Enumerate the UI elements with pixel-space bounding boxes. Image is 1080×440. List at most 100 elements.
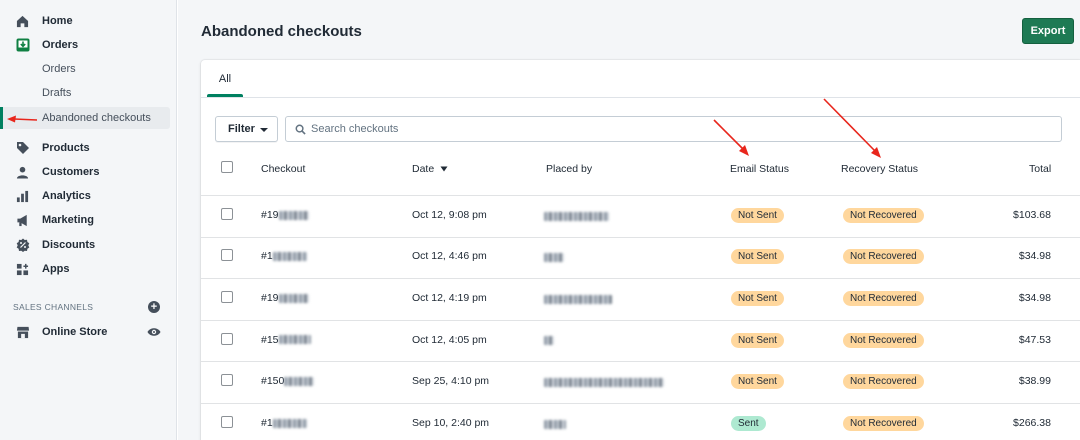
- checkout-number: #15: [261, 333, 279, 346]
- redacted-text: [272, 418, 307, 428]
- checkout-link[interactable]: #19: [261, 209, 309, 221]
- megaphone-icon: [15, 213, 30, 228]
- checkout-total: $47.53: [1018, 333, 1051, 346]
- checkout-number: #1: [261, 416, 273, 429]
- recovery-status-badge: Not Recovered: [843, 374, 924, 390]
- table-row[interactable]: [201, 237, 1080, 279]
- bar-chart-icon: [15, 189, 30, 204]
- email-status-badge: Not Sent: [731, 374, 784, 390]
- sidebar-item-products[interactable]: Products: [0, 137, 170, 159]
- table-row[interactable]: [201, 403, 1080, 440]
- redacted-text: [278, 335, 311, 345]
- email-status-badge: Not Sent: [731, 332, 784, 348]
- column-header-checkout[interactable]: Checkout: [261, 163, 305, 175]
- recovery-status-badge: Not Recovered: [843, 291, 924, 306]
- select-all-checkbox[interactable]: [221, 161, 233, 173]
- sidebar-item-home[interactable]: Home: [0, 10, 170, 32]
- table-row[interactable]: [201, 320, 1080, 362]
- column-header-total[interactable]: Total: [1029, 163, 1051, 175]
- checkout-total: $266.38: [1013, 416, 1051, 429]
- sidebar-item-customers[interactable]: Customers: [0, 161, 170, 183]
- column-header-recovery-status[interactable]: Recovery Status: [841, 163, 918, 175]
- apps-icon: [15, 262, 30, 277]
- checkout-date: Oct 12, 9:08 pm: [412, 208, 487, 221]
- sidebar-item-label: Orders: [42, 39, 79, 51]
- checkout-total: $38.99: [1018, 375, 1051, 388]
- email-status-badge: Not Sent: [731, 249, 784, 265]
- row-checkbox[interactable]: [221, 332, 233, 345]
- filter-button[interactable]: Filter: [215, 116, 278, 142]
- search-icon: [295, 124, 306, 135]
- checkout-date: Oct 12, 4:46 pm: [412, 250, 487, 263]
- placed-by-redacted: [544, 335, 554, 347]
- checkout-link[interactable]: #1: [261, 250, 307, 262]
- checkout-link[interactable]: #15: [261, 334, 311, 346]
- redacted-text: [544, 336, 554, 346]
- tabs-divider: [201, 97, 1080, 98]
- checkout-total: $34.98: [1018, 292, 1051, 304]
- home-icon: [15, 14, 30, 29]
- recovery-status-badge: Not Recovered: [843, 415, 924, 431]
- checkout-date: Oct 12, 4:19 pm: [412, 292, 487, 304]
- column-header-email-status[interactable]: Email Status: [730, 163, 789, 175]
- recovery-status-badge: Not Recovered: [843, 207, 924, 223]
- filter-label: Filter: [228, 123, 255, 135]
- redacted-text: [544, 294, 612, 304]
- email-status-badge: Not Sent: [731, 207, 784, 223]
- sidebar-subitem-drafts[interactable]: Drafts: [0, 82, 170, 104]
- row-checkbox[interactable]: [221, 291, 233, 303]
- row-checkbox[interactable]: [221, 249, 233, 262]
- column-header-placed-by[interactable]: Placed by: [546, 163, 592, 175]
- row-checkbox[interactable]: [221, 207, 233, 220]
- sidebar-item-apps[interactable]: Apps: [0, 258, 170, 280]
- row-checkbox[interactable]: [221, 374, 233, 387]
- checkout-number: #19: [261, 208, 279, 221]
- redacted-text: [544, 419, 566, 429]
- add-sales-channel-button[interactable]: +: [148, 301, 160, 313]
- sidebar-item-label: Products: [42, 142, 90, 154]
- sidebar-subitem-orders[interactable]: Orders: [0, 58, 170, 80]
- checkout-number: #19: [261, 292, 279, 304]
- recovery-status-badge: Not Recovered: [843, 249, 924, 265]
- table-row[interactable]: [201, 195, 1080, 237]
- sidebar-item-label: Online Store: [42, 326, 108, 338]
- sidebar-item-label: Apps: [42, 263, 70, 275]
- sidebar: Home Orders Orders Drafts Abandoned chec…: [0, 0, 177, 440]
- sidebar-item-label: Drafts: [42, 87, 72, 99]
- eye-icon[interactable]: [147, 326, 161, 338]
- redacted-text: [544, 211, 609, 221]
- checkout-date: Sep 10, 2:40 pm: [412, 416, 490, 429]
- discount-icon: [15, 238, 30, 253]
- sidebar-item-online-store[interactable]: Online Store: [0, 321, 170, 343]
- sidebar-item-label: Discounts: [42, 239, 96, 251]
- placed-by-redacted: [544, 376, 664, 388]
- checkout-total: $103.68: [1013, 208, 1051, 221]
- placed-by-redacted: [544, 251, 564, 263]
- checkout-date: Sep 25, 4:10 pm: [412, 375, 490, 388]
- email-status-badge: Sent: [731, 415, 766, 431]
- placed-by-redacted: [544, 210, 609, 222]
- row-checkbox[interactable]: [221, 415, 233, 428]
- search-field[interactable]: [285, 116, 1062, 142]
- redacted-text: [544, 253, 564, 263]
- search-input[interactable]: [311, 121, 1011, 137]
- export-button[interactable]: Export: [1022, 18, 1074, 44]
- sidebar-item-discounts[interactable]: Discounts: [0, 234, 170, 256]
- tab-all[interactable]: All: [207, 60, 243, 97]
- redacted-text: [284, 376, 315, 386]
- recovery-status-badge: Not Recovered: [843, 332, 924, 348]
- redacted-text: [544, 377, 664, 387]
- table-row[interactable]: [201, 278, 1080, 320]
- checkout-link[interactable]: #19: [261, 292, 309, 304]
- checkout-date: Oct 12, 4:05 pm: [412, 333, 487, 346]
- sort-down-icon: [440, 166, 448, 172]
- sidebar-item-orders[interactable]: Orders: [0, 34, 170, 56]
- sidebar-item-analytics[interactable]: Analytics: [0, 185, 170, 207]
- sidebar-item-marketing[interactable]: Marketing: [0, 209, 170, 231]
- annotation-arrow-left: [7, 115, 38, 123]
- checkout-link[interactable]: #150: [261, 375, 315, 387]
- placed-by-redacted: [544, 293, 612, 305]
- checkout-link[interactable]: #1: [261, 417, 307, 429]
- column-header-date[interactable]: Date: [412, 163, 448, 175]
- tag-icon: [15, 141, 30, 156]
